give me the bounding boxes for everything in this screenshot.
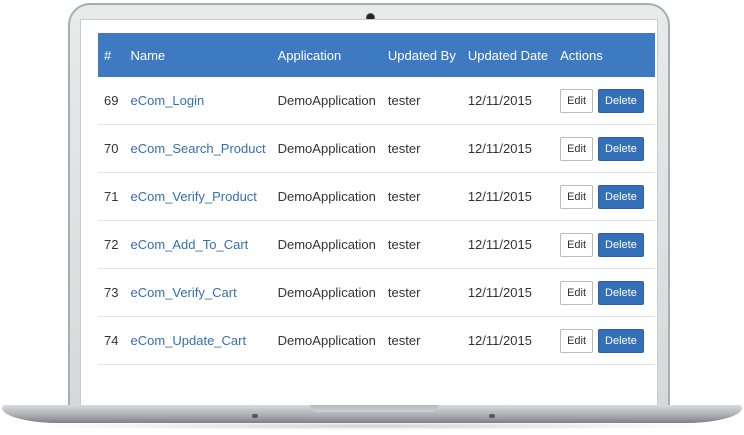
row-actions: Edit Delete [554, 172, 655, 221]
row-actions: Edit Delete [554, 77, 655, 125]
row-name-link[interactable]: eCom_Update_Cart [130, 333, 246, 348]
test-cases-table: # Name Application Updated By Updated Da… [98, 33, 655, 365]
row-updated-date: 12/11/2015 [461, 124, 555, 173]
row-id: 70 [98, 124, 125, 173]
row-application: DemoApplication [271, 268, 382, 317]
row-name-cell: eCom_Update_Cart [124, 316, 272, 365]
row-updated-date: 12/11/2015 [461, 316, 555, 365]
row-updated-by: tester [381, 124, 462, 173]
table-row: 72 eCom_Add_To_Cart DemoApplication tester 1… [98, 220, 655, 269]
row-updated-by: tester [381, 220, 462, 269]
row-application: DemoApplication [271, 220, 382, 269]
row-updated-date: 12/11/2015 [461, 77, 555, 125]
table-header-row: # Name Application Updated By Updated Da… [98, 33, 655, 77]
edit-button[interactable]: Edit [560, 136, 594, 161]
laptop-notch [310, 405, 438, 412]
edit-button[interactable]: Edit [560, 232, 594, 257]
row-application: DemoApplication [271, 124, 382, 173]
table-body: 69 eCom_Login DemoApplication tester 12/11/2… [98, 77, 655, 365]
row-name-cell: eCom_Verify_Cart [124, 268, 272, 317]
row-id: 74 [98, 316, 125, 365]
edit-button[interactable]: Edit [560, 328, 594, 353]
row-name-cell: eCom_Add_To_Cart [124, 220, 272, 269]
laptop-mockup: # Name Application Updated By Updated Da… [0, 0, 744, 435]
delete-button[interactable]: Delete [598, 88, 644, 113]
edit-button[interactable]: Edit [560, 88, 594, 113]
row-name-cell: eCom_Search_Product [124, 124, 272, 173]
header-updated-by: Updated By [381, 33, 462, 77]
row-id: 71 [98, 172, 125, 221]
delete-button[interactable]: Delete [598, 232, 644, 257]
header-id: # [98, 33, 125, 77]
row-name-link[interactable]: eCom_Verify_Cart [130, 285, 236, 300]
row-updated-by: tester [381, 77, 462, 125]
row-updated-date: 12/11/2015 [461, 220, 555, 269]
row-actions: Edit Delete [554, 124, 655, 173]
edit-button[interactable]: Edit [560, 184, 594, 209]
delete-button[interactable]: Delete [598, 280, 644, 305]
laptop-foot-right [489, 414, 495, 418]
laptop-shadow [20, 422, 724, 430]
row-name-link[interactable]: eCom_Login [130, 93, 204, 108]
row-name-cell: eCom_Login [124, 77, 272, 125]
row-name-link[interactable]: eCom_Add_To_Cart [130, 237, 248, 252]
table-row: 69 eCom_Login DemoApplication tester 12/11/2… [98, 77, 655, 125]
header-name: Name [124, 33, 272, 77]
table-row: 71 eCom_Verify_Product DemoApplication test… [98, 172, 655, 221]
delete-button[interactable]: Delete [598, 184, 644, 209]
row-application: DemoApplication [271, 77, 382, 125]
row-name-link[interactable]: eCom_Search_Product [130, 141, 265, 156]
table-row: 74 eCom_Update_Cart DemoApplication tester 1… [98, 316, 655, 365]
delete-button[interactable]: Delete [598, 328, 644, 353]
row-id: 72 [98, 220, 125, 269]
row-application: DemoApplication [271, 316, 382, 365]
row-updated-date: 12/11/2015 [461, 268, 555, 317]
table-row: 73 eCom_Verify_Cart DemoApplication tester 1… [98, 268, 655, 317]
table-row: 70 eCom_Search_Product DemoApplication test… [98, 124, 655, 173]
laptop-foot-left [252, 414, 258, 418]
row-id: 73 [98, 268, 125, 317]
row-id: 69 [98, 77, 125, 125]
row-updated-by: tester [381, 172, 462, 221]
header-application: Application [271, 33, 382, 77]
row-actions: Edit Delete [554, 316, 655, 365]
row-name-cell: eCom_Verify_Product [124, 172, 272, 221]
row-actions: Edit Delete [554, 268, 655, 317]
laptop-base [2, 405, 742, 423]
row-updated-by: tester [381, 316, 462, 365]
header-actions: Actions [554, 33, 655, 77]
row-updated-date: 12/11/2015 [461, 172, 555, 221]
row-application: DemoApplication [271, 172, 382, 221]
header-updated-date: Updated Date [461, 33, 555, 77]
row-name-link[interactable]: eCom_Verify_Product [130, 189, 256, 204]
delete-button[interactable]: Delete [598, 136, 644, 161]
row-actions: Edit Delete [554, 220, 655, 269]
edit-button[interactable]: Edit [560, 280, 594, 305]
row-updated-by: tester [381, 268, 462, 317]
